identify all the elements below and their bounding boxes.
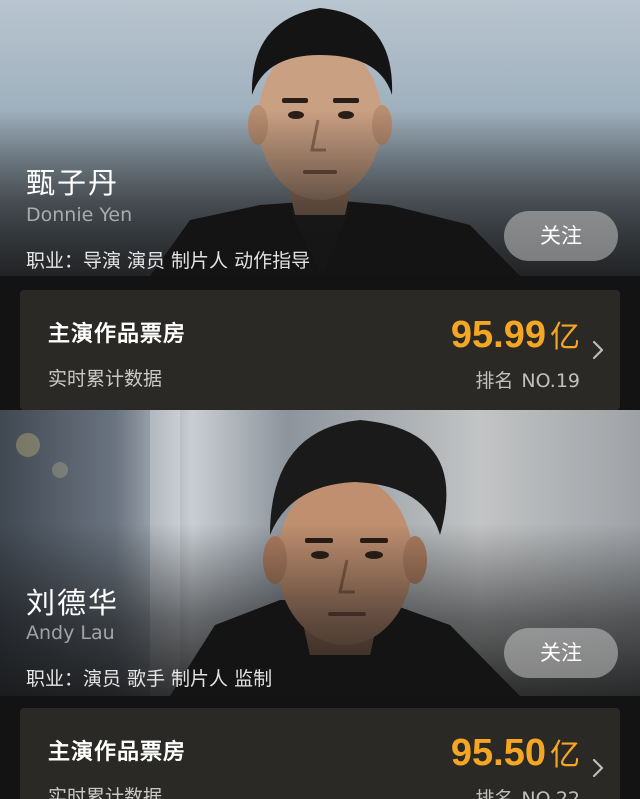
box-office-subtitle: 实时累计数据 xyxy=(48,786,163,799)
box-office-rank: 排名 NO.22 xyxy=(475,784,580,799)
occupation-item: 导演 xyxy=(83,250,122,272)
actor-occupation: 职业：演员 歌手 制片人 监制 xyxy=(26,664,278,691)
box-office-amount-unit: 亿 xyxy=(550,320,580,355)
actor-list-page: 甄子丹 Donnie Yen 职业：导演 演员 制片人 动作指导 关注 主演作品票房 … xyxy=(0,0,640,799)
actor-hero-donnie-yen[interactable]: 甄子丹 Donnie Yen 职业：导演 演员 制片人 动作指导 关注 xyxy=(0,0,640,276)
rank-label: 排名 xyxy=(475,370,514,392)
box-office-title: 主演作品票房 xyxy=(48,322,187,347)
follow-button[interactable]: 关注 xyxy=(504,211,618,261)
box-office-amount-value: 95.50 xyxy=(450,732,546,774)
actor-occupation: 职业：导演 演员 制片人 动作指导 xyxy=(26,246,316,273)
rank-label: 排名 xyxy=(475,788,514,799)
box-office-amount: 95.50 亿 xyxy=(451,730,580,775)
actor-name-cn: 甄子丹 xyxy=(26,166,120,200)
occupation-item: 歌手 xyxy=(127,668,166,690)
chevron-right-icon xyxy=(592,340,604,360)
rank-value: NO.22 xyxy=(521,788,580,799)
follow-button[interactable]: 关注 xyxy=(504,628,618,678)
box-office-amount: 95.99 亿 xyxy=(451,312,580,357)
box-office-title: 主演作品票房 xyxy=(48,740,187,765)
occupation-item: 制片人 xyxy=(171,668,229,690)
occupation-label: 职业： xyxy=(26,250,84,272)
actor-name-en: Andy Lau xyxy=(26,622,115,644)
box-office-rank: 排名 NO.19 xyxy=(475,366,580,393)
box-office-amount-unit: 亿 xyxy=(550,738,580,773)
occupation-item: 制片人 xyxy=(171,250,229,272)
occupation-item: 演员 xyxy=(127,250,166,272)
occupation-label: 职业： xyxy=(26,668,84,690)
box-office-subtitle: 实时累计数据 xyxy=(48,368,163,390)
actor-name-en: Donnie Yen xyxy=(26,204,133,226)
actor-hero-andy-lau[interactable]: 刘德华 Andy Lau 职业：演员 歌手 制片人 监制 关注 xyxy=(0,410,640,696)
occupation-item: 监制 xyxy=(234,668,273,690)
occupation-item: 动作指导 xyxy=(234,250,311,272)
actor-name-cn: 刘德华 xyxy=(26,586,120,620)
chevron-right-icon xyxy=(592,758,604,778)
rank-value: NO.19 xyxy=(521,370,580,392)
box-office-amount-value: 95.99 xyxy=(450,314,546,356)
box-office-card[interactable]: 主演作品票房 实时累计数据 95.99 亿 排名 NO.19 xyxy=(20,290,620,410)
occupation-item: 演员 xyxy=(83,668,122,690)
box-office-card[interactable]: 主演作品票房 实时累计数据 95.50 亿 排名 NO.22 xyxy=(20,708,620,799)
